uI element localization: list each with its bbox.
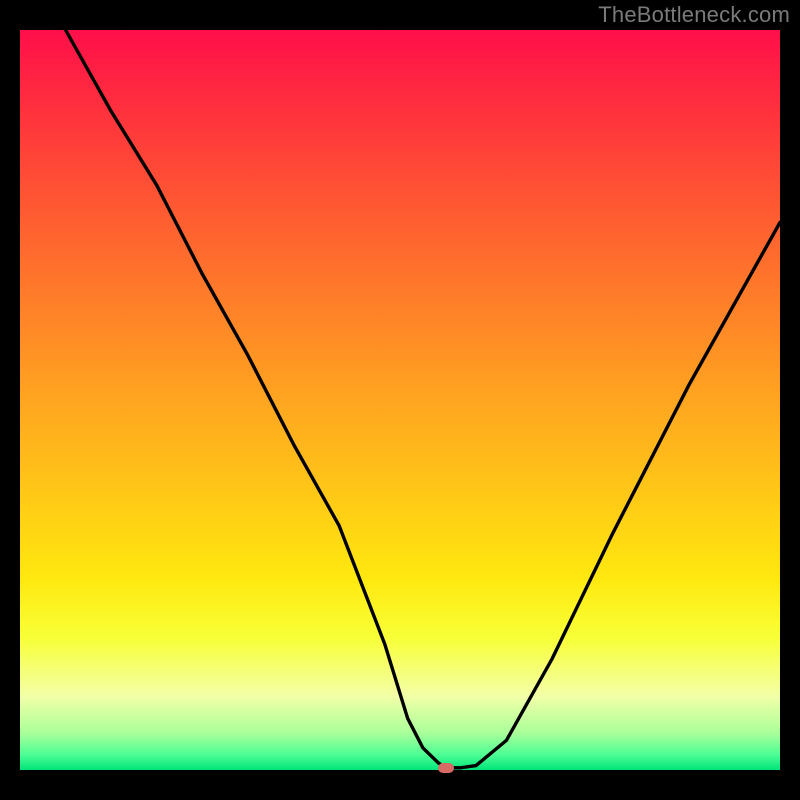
- watermark-text: TheBottleneck.com: [598, 2, 790, 28]
- minimum-marker: [438, 763, 454, 773]
- chart-frame: TheBottleneck.com: [0, 0, 800, 800]
- line-curve: [20, 30, 780, 770]
